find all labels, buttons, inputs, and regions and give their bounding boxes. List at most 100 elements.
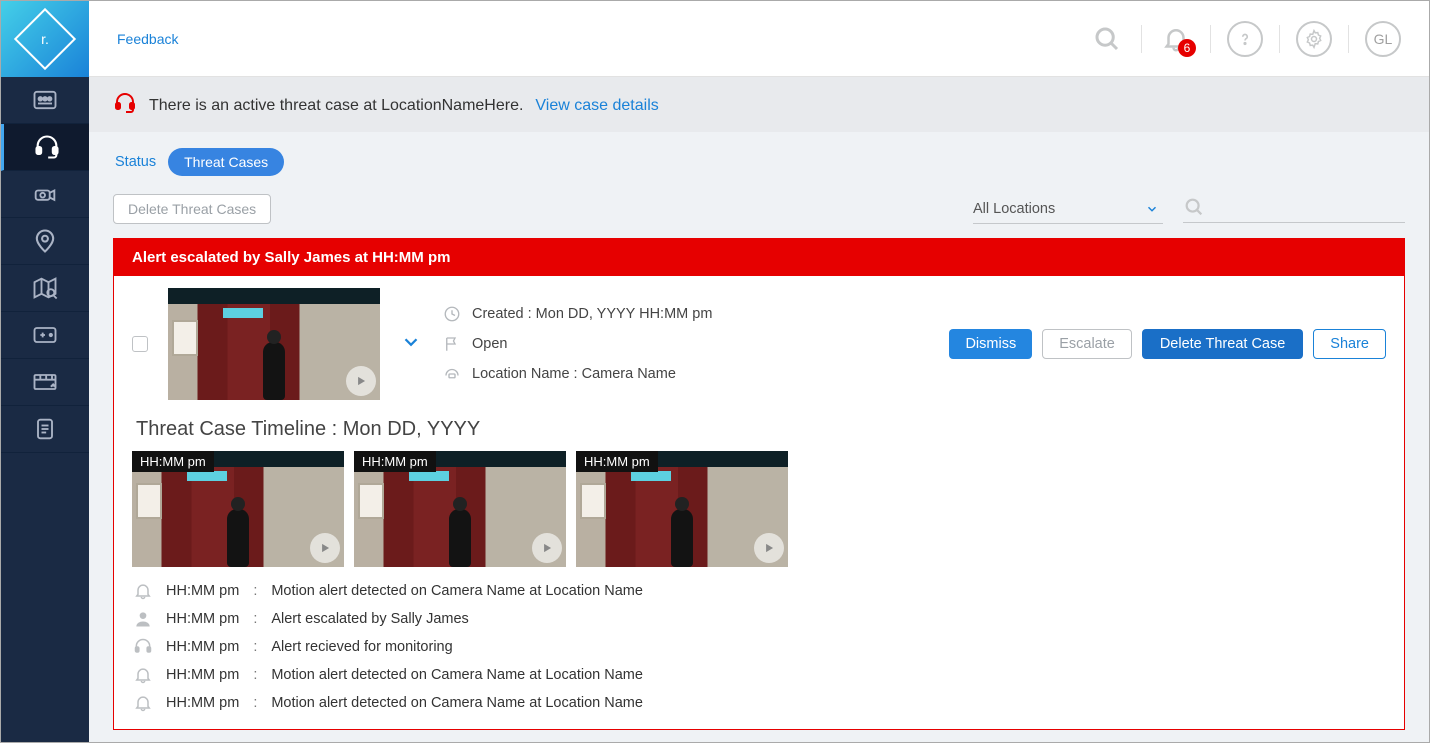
timeline-thumbnail[interactable]: HH:MM pm (132, 451, 344, 567)
nav-locations[interactable] (1, 218, 89, 265)
alert-headset-icon (113, 91, 137, 120)
delete-threat-cases-button[interactable]: Delete Threat Cases (113, 194, 271, 224)
tab-threat-cases[interactable]: Threat Cases (168, 148, 284, 176)
nav-cameras[interactable] (1, 171, 89, 218)
dashboard-icon (31, 86, 59, 114)
thumbnail-timestamp: HH:MM pm (354, 451, 436, 472)
bell-icon (132, 665, 154, 685)
log-text: Motion alert detected on Camera Name at … (271, 583, 643, 599)
timeline-thumbnails: HH:MM pm HH:MM pm HH:MM pm (132, 451, 1386, 567)
log-text: Motion alert detected on Camera Name at … (271, 695, 643, 711)
dismiss-button[interactable]: Dismiss (949, 329, 1032, 359)
headset-icon (132, 637, 154, 657)
separator: : (251, 667, 259, 683)
search-icon (1092, 24, 1122, 54)
camera-small-icon (442, 365, 462, 383)
escalate-button[interactable]: Escalate (1042, 329, 1132, 359)
settings-button[interactable] (1296, 21, 1332, 57)
log-text: Motion alert detected on Camera Name at … (271, 667, 643, 683)
tab-status[interactable]: Status (113, 148, 158, 176)
case-escalation-banner: Alert escalated by Sally James at HH:MM … (114, 239, 1404, 276)
video-add-icon (31, 321, 59, 349)
log-time: HH:MM pm (166, 667, 239, 683)
nav-monitoring[interactable] (1, 124, 89, 171)
search-wrap (1183, 196, 1405, 223)
sidebar (1, 1, 89, 742)
share-button[interactable]: Share (1313, 329, 1386, 359)
separator: : (251, 695, 259, 711)
nav-dashboard[interactable] (1, 77, 89, 124)
timeline-title: Threat Case Timeline : Mon DD, YYYY (136, 418, 1386, 441)
active-threat-banner: There is an active threat case at Locati… (89, 77, 1429, 132)
camera-icon (31, 180, 59, 208)
main: Feedback 6 GL There (89, 1, 1429, 742)
toolbar: Delete Threat Cases All Locations (113, 194, 1405, 224)
expand-toggle[interactable] (400, 331, 422, 358)
play-icon (532, 533, 562, 563)
case-status: Open (472, 336, 507, 352)
chevron-down-icon (1145, 202, 1159, 216)
case-thumbnail[interactable] (168, 288, 380, 400)
log-row: HH:MM pm : Motion alert detected on Came… (132, 581, 1386, 601)
separator: : (251, 611, 259, 627)
case-location: Location Name : Camera Name (472, 366, 676, 382)
user-avatar[interactable]: GL (1365, 21, 1401, 57)
separator: : (251, 583, 259, 599)
location-filter[interactable]: All Locations (973, 195, 1163, 224)
notifications-button[interactable]: 6 (1158, 21, 1194, 57)
pin-icon (31, 227, 59, 255)
log-text: Alert escalated by Sally James (271, 611, 468, 627)
bell-icon (132, 693, 154, 713)
play-icon (346, 366, 376, 396)
film-icon (31, 368, 59, 396)
view-case-link[interactable]: View case details (535, 97, 658, 115)
timeline-log: HH:MM pm : Motion alert detected on Came… (132, 581, 1386, 713)
headset-icon (33, 133, 61, 161)
case-created: Created : Mon DD, YYYY HH:MM pm (472, 306, 712, 322)
log-time: HH:MM pm (166, 611, 239, 627)
nav-reports[interactable] (1, 406, 89, 453)
help-icon (1236, 30, 1254, 48)
nav-clips[interactable] (1, 359, 89, 406)
help-button[interactable] (1227, 21, 1263, 57)
tabs: Status Threat Cases (113, 148, 1405, 176)
play-icon (754, 533, 784, 563)
notification-badge: 6 (1178, 39, 1196, 57)
feedback-link[interactable]: Feedback (117, 31, 178, 47)
delete-case-button[interactable]: Delete Threat Case (1142, 329, 1303, 359)
search-input[interactable] (1205, 198, 1405, 216)
separator: : (251, 639, 259, 655)
search-button[interactable] (1089, 21, 1125, 57)
location-filter-value: All Locations (973, 201, 1055, 217)
log-time: HH:MM pm (166, 695, 239, 711)
gear-icon (1304, 29, 1324, 49)
case-meta: Created : Mon DD, YYYY HH:MM pm Open Loc… (442, 305, 929, 383)
case-actions: Dismiss Escalate Delete Threat Case Shar… (949, 329, 1386, 359)
banner-text: There is an active threat case at Locati… (149, 97, 523, 115)
brand-logo[interactable] (1, 1, 89, 77)
case-select-checkbox[interactable] (132, 336, 148, 352)
timeline-thumbnail[interactable]: HH:MM pm (576, 451, 788, 567)
log-row: HH:MM pm : Alert escalated by Sally Jame… (132, 609, 1386, 629)
log-row: HH:MM pm : Alert recieved for monitoring (132, 637, 1386, 657)
log-row: HH:MM pm : Motion alert detected on Came… (132, 665, 1386, 685)
chevron-down-icon (400, 331, 422, 353)
log-time: HH:MM pm (166, 639, 239, 655)
topbar-actions: 6 GL (1089, 21, 1401, 57)
thumbnail-timestamp: HH:MM pm (132, 451, 214, 472)
search-icon (1183, 196, 1205, 218)
threat-case-card: Alert escalated by Sally James at HH:MM … (113, 238, 1405, 730)
log-time: HH:MM pm (166, 583, 239, 599)
nav-recordings[interactable] (1, 312, 89, 359)
nav-map[interactable] (1, 265, 89, 312)
person-icon (132, 609, 154, 629)
play-icon (310, 533, 340, 563)
logo-icon (14, 8, 76, 70)
timeline-thumbnail[interactable]: HH:MM pm (354, 451, 566, 567)
flag-icon (442, 335, 462, 353)
clock-icon (442, 305, 462, 323)
map-search-icon (31, 274, 59, 302)
log-text: Alert recieved for monitoring (271, 639, 452, 655)
bell-icon (132, 581, 154, 601)
log-row: HH:MM pm : Motion alert detected on Came… (132, 693, 1386, 713)
